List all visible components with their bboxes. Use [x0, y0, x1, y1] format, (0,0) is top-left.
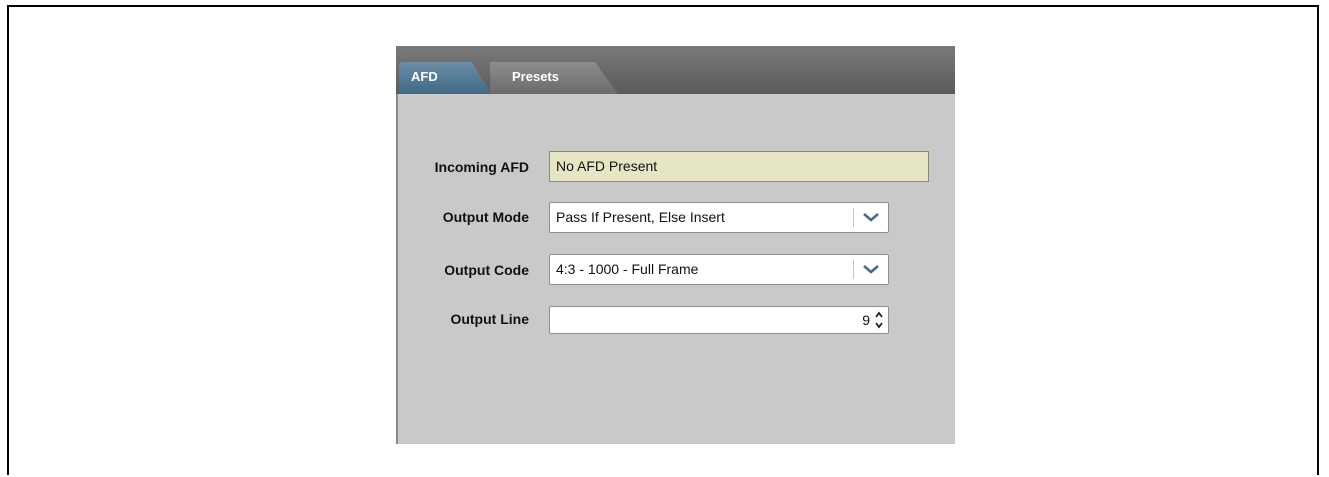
output-code-value: 4:3 - 1000 - Full Frame	[556, 261, 699, 277]
spinner-arrows-icon[interactable]	[873, 309, 885, 331]
tab-afd-label: AFD	[411, 69, 438, 84]
dropdown-separator	[853, 260, 854, 279]
output-code-select[interactable]: 4:3 - 1000 - Full Frame	[549, 254, 889, 285]
output-line-label: Output Line	[450, 311, 529, 327]
afd-settings-panel: AFD Presets	[396, 46, 955, 444]
output-code-label: Output Code	[444, 262, 529, 278]
chevron-down-icon[interactable]	[862, 262, 880, 276]
tab-presets-label: Presets	[512, 69, 559, 84]
output-line-spinner[interactable]: 9	[549, 306, 889, 334]
incoming-afd-label: Incoming AFD	[434, 159, 529, 175]
output-mode-select[interactable]: Pass If Present, Else Insert	[549, 202, 889, 233]
chevron-down-icon[interactable]	[862, 210, 880, 224]
output-mode-value: Pass If Present, Else Insert	[556, 209, 725, 225]
dropdown-separator	[853, 208, 854, 227]
incoming-afd-field: No AFD Present	[549, 151, 929, 182]
output-mode-label: Output Mode	[442, 209, 529, 225]
panel-left-border	[396, 94, 398, 444]
output-line-value: 9	[862, 312, 870, 328]
